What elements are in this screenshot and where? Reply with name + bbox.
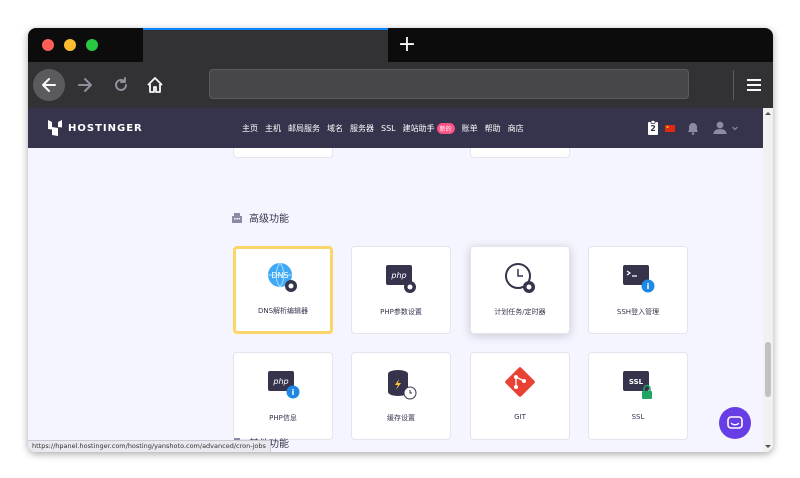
url-bar[interactable] [209,69,689,99]
svg-text:i: i [292,388,295,397]
forward-button[interactable] [69,69,101,101]
nav-home[interactable]: 主页 [242,123,258,134]
link-status-bar: https://hpanel.hostinger.com/hosting/yan… [28,440,271,452]
nav-store[interactable]: 商店 [508,123,524,134]
notification-count: 2 [650,124,656,133]
nav-domains[interactable]: 域名 [327,123,343,134]
browser-toolbar [28,62,773,108]
svg-text:DNS: DNS [271,271,288,280]
php-settings-label: PHP参数设置 [380,308,422,316]
svg-text:SSL: SSL [629,378,644,386]
svg-text:php: php [272,377,288,386]
nav-servers[interactable]: 服务器 [350,123,374,134]
ssh-access-label: SSH登入管理 [616,308,660,316]
scroll-down-icon[interactable] [763,443,773,451]
toolbar-divider [733,70,734,100]
dns-settings-icon: DNS [268,262,297,292]
cron-jobs-icon [505,263,535,293]
back-button[interactable] [33,69,65,101]
china-flag-icon[interactable] [665,124,675,132]
hostinger-logo[interactable]: HOSTINGER [48,120,143,136]
close-window-button[interactable] [42,39,54,51]
svg-text:php: php [390,271,406,280]
notifications-checklist[interactable]: 2 [647,120,659,136]
hostinger-header: HOSTINGER 主页 主机 邮局服务 域名 服务器 SSL 建站助手 新的 … [28,108,763,148]
home-icon [147,77,163,93]
git-label: GIT [514,413,526,421]
advanced-section-title: 高级功能 [231,210,289,225]
cron-jobs-label: 计划任务/定时器 [494,308,546,316]
git-card[interactable]: GIT [470,352,570,440]
advanced-section-label: 高级功能 [249,214,289,225]
home-button[interactable] [139,69,171,101]
cache-icon [388,370,417,400]
nav-website-builder[interactable]: 建站助手 [403,123,435,134]
reload-button[interactable] [105,69,137,101]
new-badge: 新的 [436,122,455,134]
php-info-card[interactable]: php i PHP信息 [233,352,333,440]
php-settings-card[interactable]: php PHP参数设置 [351,246,451,334]
nav-hosting[interactable]: 主机 [265,123,281,134]
hamburger-icon [747,79,761,91]
ssl-icon: SSL [623,371,652,399]
cron-jobs-card[interactable]: 计划任务/定时器 [470,246,570,334]
new-tab-button[interactable]: + [396,32,418,58]
minimize-window-button[interactable] [64,39,76,51]
cache-label: 缓存设置 [387,414,415,422]
logo-text: HOSTINGER [68,122,143,134]
cache-card[interactable]: 缓存设置 [351,352,451,440]
dns-editor-card[interactable]: DNS DNS解析编辑器 [233,246,333,334]
php-info-label: PHP信息 [269,414,297,422]
previous-card-stub[interactable] [233,148,333,158]
php-info-icon: php i [268,371,300,399]
nav-help[interactable]: 帮助 [485,123,501,134]
tab-bar: + [28,28,773,62]
dns-editor-label: DNS解析编辑器 [257,307,309,315]
page-viewport: HOSTINGER 主页 主机 邮局服务 域名 服务器 SSL 建站助手 新的 … [28,108,773,452]
ssh-icon: i [623,265,655,293]
header-right: 2 [647,108,763,148]
chat-icon [727,415,743,429]
user-avatar-icon[interactable] [713,121,729,135]
nav-billing[interactable]: 账单 [462,123,478,134]
nav-email[interactable]: 邮局服务 [288,123,320,134]
main-nav: 主页 主机 邮局服务 域名 服务器 SSL 建站助手 新的 账单 帮助 商店 [242,108,531,148]
page-scrollbar[interactable] [763,108,773,452]
previous-card-stub[interactable] [470,148,570,158]
hostinger-logo-icon [48,120,62,136]
reload-icon [115,77,127,91]
arrow-left-icon [42,78,56,92]
git-icon [505,367,535,397]
nav-ssl[interactable]: SSL [381,124,396,133]
scrollbar-thumb[interactable] [765,342,771,397]
building-icon [232,213,242,223]
chat-support-button[interactable] [719,407,751,439]
arrow-right-icon [78,78,92,92]
ssl-label: SSL [631,413,645,421]
ssh-access-card[interactable]: i SSH登入管理 [588,246,688,334]
browser-window: + HOSTINGER 主页 主机 邮局服务 域名 服务器 SSL 建站助手 新… [28,28,773,452]
chevron-down-icon[interactable] [731,124,739,132]
php-settings-icon: php [386,265,416,293]
bell-icon[interactable] [687,122,699,135]
active-tab[interactable] [143,28,388,62]
scroll-up-icon[interactable] [763,109,773,117]
menu-button[interactable] [740,69,768,101]
ssl-card[interactable]: SSL SSL [588,352,688,440]
maximize-window-button[interactable] [86,39,98,51]
svg-text:i: i [647,282,650,291]
